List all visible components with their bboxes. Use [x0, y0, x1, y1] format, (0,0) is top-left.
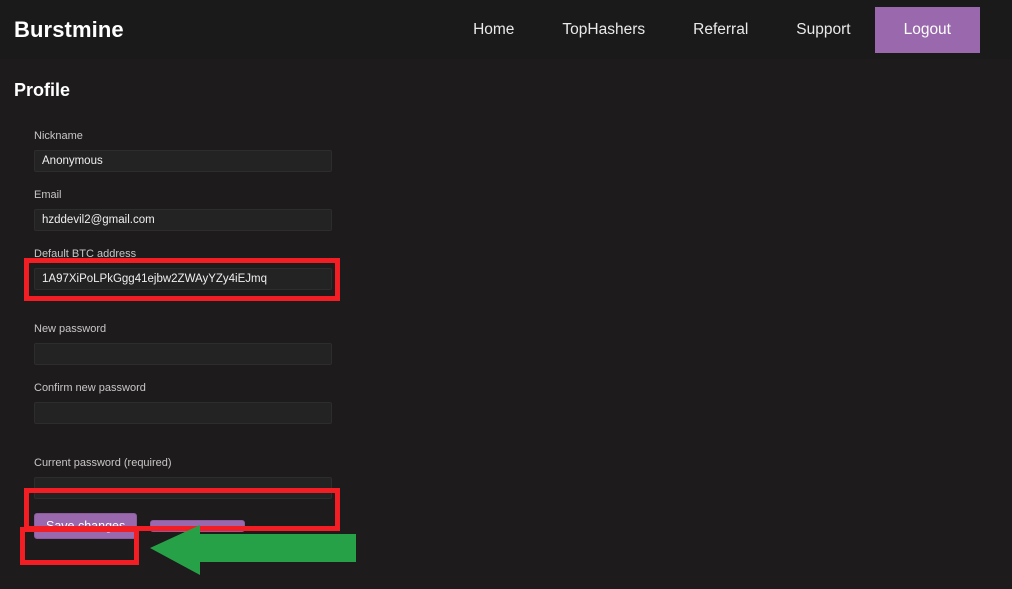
profile-form: Nickname Email Default BTC address New p…: [34, 129, 332, 539]
field-email: Email: [34, 188, 332, 231]
confirm-new-password-label: Confirm new password: [34, 382, 146, 394]
btc-address-input[interactable]: [34, 268, 332, 290]
form-actions: Save changes: [34, 513, 332, 539]
nav-link-referral[interactable]: Referral: [669, 0, 772, 59]
brand-logo[interactable]: Burstmine: [14, 18, 124, 41]
current-password-input[interactable]: [34, 477, 332, 499]
navbar: Burstmine Home TopHashers Referral Suppo…: [0, 0, 1012, 59]
field-new-password: New password: [34, 322, 332, 365]
nav-link-home[interactable]: Home: [449, 0, 538, 59]
new-password-label: New password: [34, 323, 107, 335]
confirm-new-password-input[interactable]: [34, 402, 332, 424]
nav-link-support[interactable]: Support: [772, 0, 874, 59]
new-password-input[interactable]: [34, 343, 332, 365]
field-btc-address: Default BTC address: [34, 247, 332, 290]
nickname-input[interactable]: [34, 150, 332, 172]
current-password-label: Current password (required): [34, 457, 172, 469]
page-title: Profile: [14, 80, 71, 100]
email-input[interactable]: [34, 209, 332, 231]
field-nickname: Nickname: [34, 129, 332, 172]
btc-address-label: Default BTC address: [34, 248, 137, 260]
email-label: Email: [34, 189, 62, 201]
save-changes-button[interactable]: Save changes: [34, 513, 138, 539]
field-confirm-new-password: Confirm new password: [34, 381, 332, 424]
nav-links: Home TopHashers Referral Support Logout: [449, 0, 1012, 59]
nav-link-tophashers[interactable]: TopHashers: [538, 0, 669, 59]
field-current-password: Current password (required): [34, 456, 332, 499]
logout-button[interactable]: Logout: [874, 6, 980, 53]
secondary-action-button[interactable]: [150, 520, 246, 532]
page-content: Profile Nickname Email Default BTC addre…: [0, 80, 1012, 539]
nickname-label: Nickname: [34, 130, 83, 142]
